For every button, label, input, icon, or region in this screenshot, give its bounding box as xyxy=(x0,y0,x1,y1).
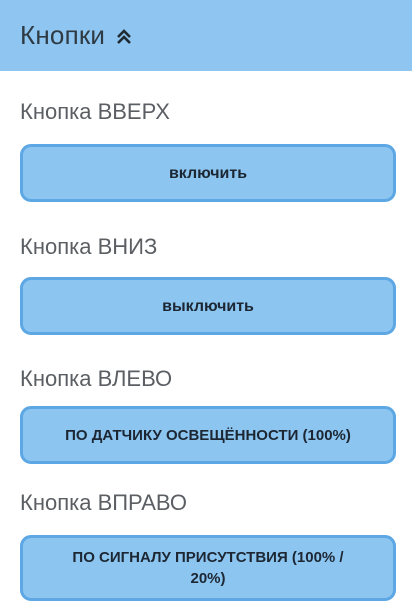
section-header-buttons[interactable]: Кнопки xyxy=(0,0,412,71)
label-button-down: Кнопка ВНИЗ xyxy=(20,234,158,259)
light-sensor-button[interactable]: ПО ДАТЧИКУ ОСВЕЩЁННОСТИ (100%) xyxy=(20,406,396,464)
section-title: Кнопки xyxy=(20,20,106,50)
label-button-right: Кнопка ВПРАВО xyxy=(20,490,187,515)
buttons-panel: Кнопки Кнопка ВВЕРХ включить Кнопка ВНИЗ… xyxy=(0,0,412,612)
label-button-up: Кнопка ВВЕРХ xyxy=(20,99,170,124)
turn-off-button[interactable]: выключить xyxy=(20,277,396,335)
presence-signal-button[interactable]: ПО СИГНАЛУ ПРИСУТСТВИЯ (100% / 20%) xyxy=(20,535,396,601)
chevrons-up-icon xyxy=(117,28,132,44)
turn-on-button[interactable]: включить xyxy=(20,144,396,202)
label-button-left: Кнопка ВЛЕВО xyxy=(20,366,173,391)
